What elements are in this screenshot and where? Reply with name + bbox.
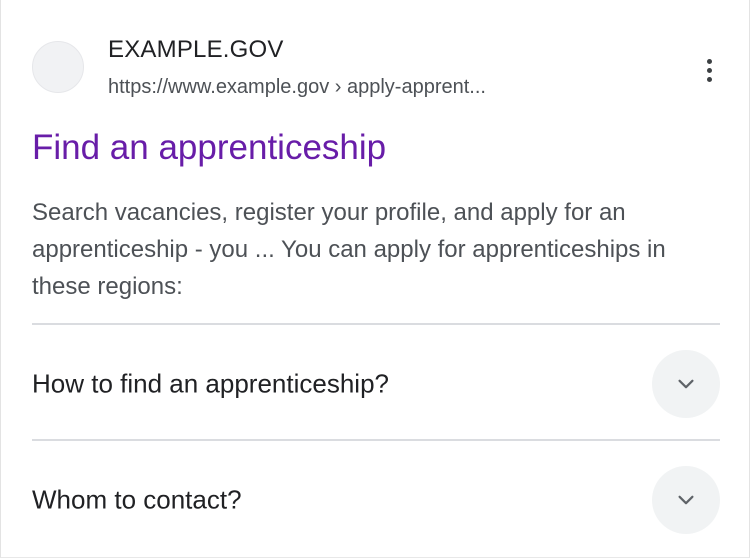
chevron-down-icon[interactable]	[652, 466, 720, 534]
site-url[interactable]: https://www.example.gov › apply-apprent.…	[108, 76, 486, 99]
more-dot	[706, 76, 712, 82]
site-name[interactable]: EXAMPLE.GOV	[108, 36, 284, 64]
divider	[32, 323, 720, 325]
faq-item-find-apprenticeship[interactable]: How to find an apprenticeship?	[32, 349, 720, 419]
faq-question: Whom to contact?	[32, 484, 242, 515]
chevron-down-glyph	[678, 379, 694, 389]
divider	[32, 439, 720, 441]
more-vert-icon[interactable]	[689, 52, 729, 88]
search-result-card: EXAMPLE.GOV https://www.example.gov › ap…	[0, 0, 750, 558]
result-title-link[interactable]: Find an apprenticeship	[32, 128, 386, 168]
faq-item-whom-to-contact[interactable]: Whom to contact?	[32, 465, 720, 535]
more-dot	[706, 58, 712, 64]
more-dot	[706, 67, 712, 73]
chevron-down-icon[interactable]	[652, 350, 720, 418]
chevron-down-glyph	[678, 495, 694, 505]
site-favicon	[32, 41, 84, 93]
result-snippet: Search vacancies, register your profile,…	[32, 199, 666, 300]
faq-question: How to find an apprenticeship?	[32, 368, 390, 399]
